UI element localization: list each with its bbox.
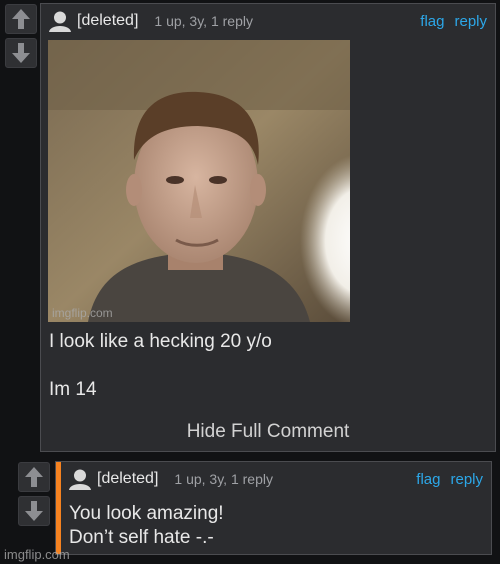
user-avatar-icon bbox=[49, 11, 71, 32]
vote-column-2 bbox=[18, 462, 50, 526]
downvote-button[interactable] bbox=[18, 496, 50, 526]
upvote-button[interactable] bbox=[18, 462, 50, 492]
comment-text-line-1: I look like a hecking 20 y/o bbox=[49, 331, 272, 352]
flag-link[interactable]: flag bbox=[420, 13, 444, 30]
comment-header: [deleted] 1 up, 3y, 1 reply bbox=[69, 468, 273, 490]
vote-column-1 bbox=[5, 4, 37, 68]
reply-link[interactable]: reply bbox=[450, 471, 483, 488]
comment-meta: 1 up, 3y, 1 reply bbox=[154, 13, 253, 29]
site-watermark: imgflip.com bbox=[4, 547, 70, 562]
comment-header: [deleted] 1 up, 3y, 1 reply bbox=[49, 10, 253, 32]
comment-image[interactable]: imgflip.com bbox=[48, 40, 350, 322]
comment-text-line-1: You look amazing! bbox=[69, 503, 224, 524]
downvote-button[interactable] bbox=[5, 38, 37, 68]
comment-actions: flag reply bbox=[420, 13, 487, 30]
arrow-down-icon bbox=[12, 43, 30, 63]
comment-text-line-2: Don’t self hate -.- bbox=[69, 527, 214, 548]
reply-link[interactable]: reply bbox=[454, 13, 487, 30]
comment-author[interactable]: [deleted] bbox=[77, 12, 138, 30]
arrow-down-icon bbox=[25, 501, 43, 521]
image-watermark: imgflip.com bbox=[52, 306, 113, 320]
arrow-up-icon bbox=[25, 467, 43, 487]
comment-1: [deleted] 1 up, 3y, 1 reply flag reply i… bbox=[40, 3, 496, 452]
selfie-photo bbox=[48, 40, 350, 322]
comment-meta: 1 up, 3y, 1 reply bbox=[174, 471, 273, 487]
hide-full-comment-link[interactable]: Hide Full Comment bbox=[41, 421, 495, 443]
upvote-button[interactable] bbox=[5, 4, 37, 34]
comment-actions: flag reply bbox=[416, 471, 483, 488]
reply-accent-bar bbox=[56, 462, 61, 554]
arrow-up-icon bbox=[12, 9, 30, 29]
comment-author[interactable]: [deleted] bbox=[97, 470, 158, 488]
comment-2: [deleted] 1 up, 3y, 1 reply flag reply Y… bbox=[55, 461, 492, 555]
flag-link[interactable]: flag bbox=[416, 471, 440, 488]
user-avatar-icon bbox=[69, 469, 91, 490]
comment-text-line-2: Im 14 bbox=[49, 379, 97, 400]
